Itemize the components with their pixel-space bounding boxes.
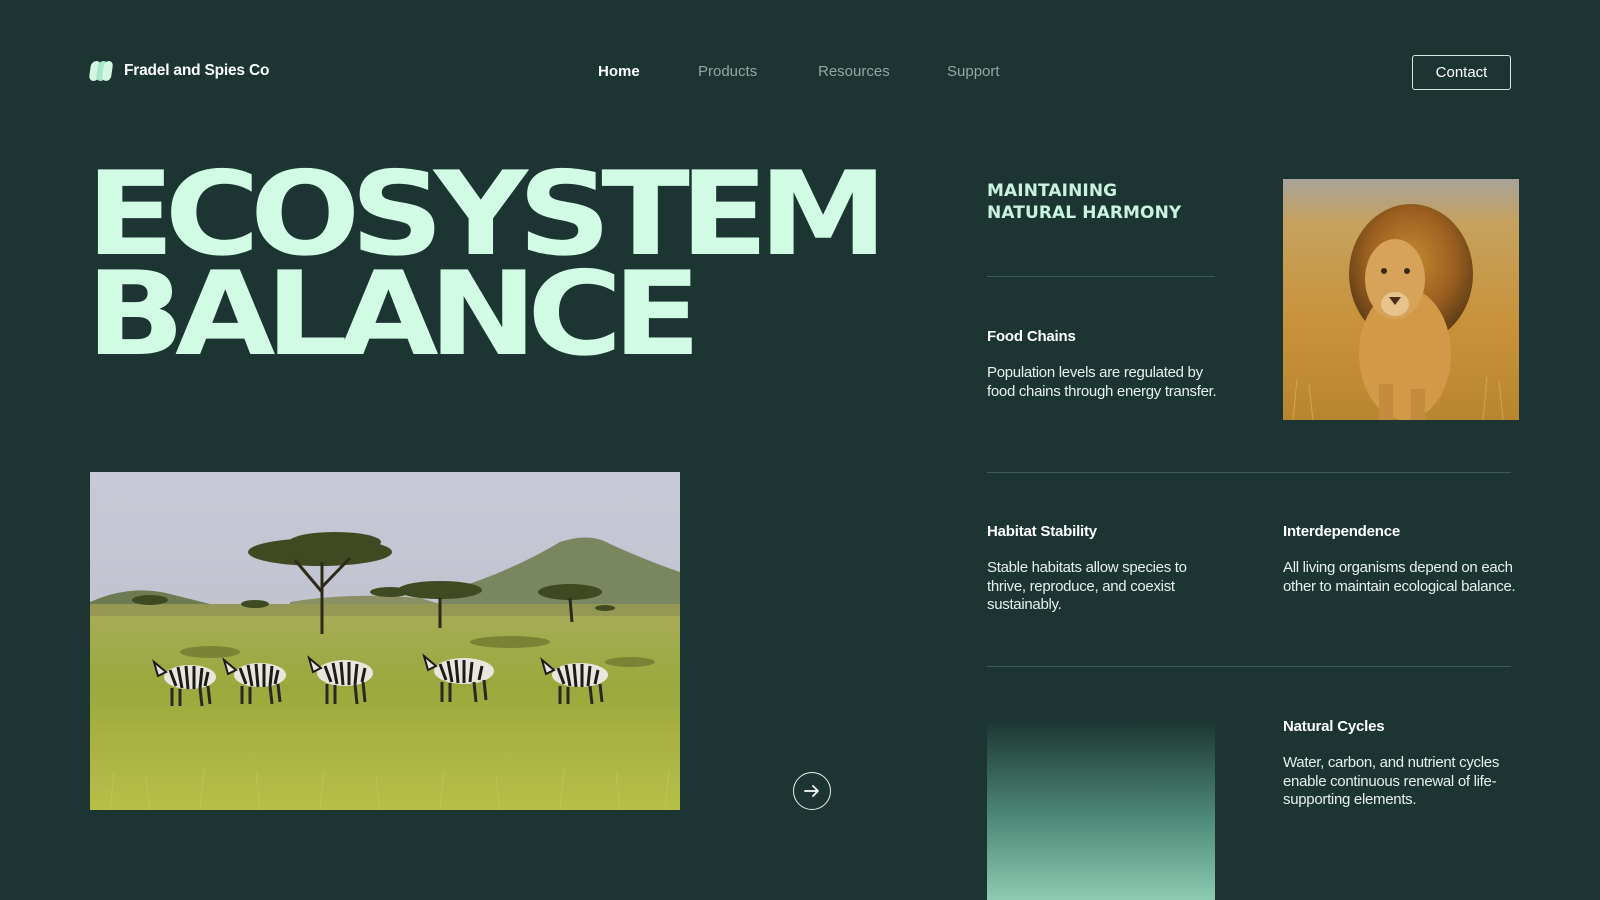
feature-desc-interdependence: All living organisms depend on each othe… (1283, 559, 1516, 595)
divider (987, 472, 1511, 473)
nav-resources[interactable]: Resources (818, 63, 890, 80)
feature-desc-food-chains: Population levels are regulated by food … (987, 364, 1217, 400)
brand-name: Fradel and Spies Co (124, 62, 270, 79)
divider (987, 666, 1511, 667)
feature-title-natural-cycles: Natural Cycles (1283, 718, 1385, 735)
divider (987, 276, 1215, 277)
nav-home[interactable]: Home (598, 63, 640, 80)
section-heading-line1: MAINTAINING (987, 181, 1118, 201)
gradient-image-placeholder (987, 720, 1215, 900)
lion-image (1283, 179, 1519, 420)
nav-products[interactable]: Products (698, 63, 757, 80)
section-heading-line2: NATURAL HARMONY (987, 203, 1182, 223)
feature-title-food-chains: Food Chains (987, 328, 1076, 345)
section-heading: MAINTAINING NATURAL HARMONY (987, 180, 1181, 224)
feature-desc-habitat-stability: Stable habitats allow species to thrive,… (987, 559, 1187, 613)
brand-logo[interactable]: Fradel and Spies Co (88, 60, 270, 82)
savanna-zebras-image (90, 472, 680, 810)
feature-title-habitat-stability: Habitat Stability (987, 523, 1097, 540)
feature-desc-natural-cycles: Water, carbon, and nutrient cycles enabl… (1283, 754, 1500, 808)
logo-icon (88, 60, 114, 82)
contact-button[interactable]: Contact (1412, 55, 1511, 90)
feature-title-interdependence: Interdependence (1283, 523, 1401, 540)
nav-support[interactable]: Support (947, 63, 1000, 80)
hero-title: ECOSYSTEM BALANCE (86, 157, 888, 373)
next-arrow-button[interactable] (793, 772, 831, 810)
arrow-right-circle-icon (804, 785, 819, 797)
